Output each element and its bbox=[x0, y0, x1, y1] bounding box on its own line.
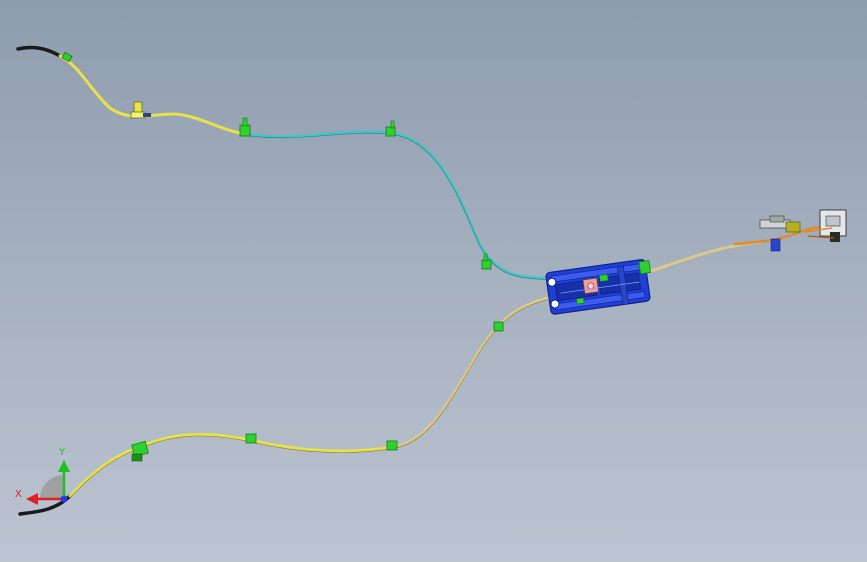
cad-viewport[interactable]: Y X bbox=[0, 0, 867, 562]
y-axis-label: Y bbox=[58, 447, 66, 458]
x-axis-label: X bbox=[15, 489, 22, 500]
upper-connector-clip[interactable] bbox=[130, 101, 151, 119]
output-cable-tan bbox=[646, 240, 762, 274]
x-axis-arrow bbox=[26, 493, 38, 505]
upper-cable-cyan-section bbox=[243, 130, 550, 280]
upper-clip-3[interactable] bbox=[385, 120, 396, 137]
upper-clip-2[interactable] bbox=[239, 117, 251, 137]
upper-clip-1[interactable] bbox=[61, 51, 73, 63]
upper-cable-black-end bbox=[16, 45, 62, 58]
output-cable-orange bbox=[733, 224, 832, 246]
lower-clip-1[interactable] bbox=[131, 440, 149, 462]
lower-clip-2[interactable] bbox=[245, 433, 257, 444]
lower-clip-4[interactable] bbox=[493, 321, 504, 332]
upper-cable-cyan-outline bbox=[244, 132, 549, 280]
y-axis-arrow bbox=[58, 460, 70, 472]
z-axis-dot bbox=[60, 495, 68, 503]
cable-assembly-scene[interactable]: Y X bbox=[0, 0, 867, 562]
lower-cable-outline bbox=[69, 299, 549, 498]
lower-cable-yellow-section bbox=[68, 432, 394, 498]
upper-cable-yellow-section bbox=[58, 54, 247, 136]
coordinate-triad: Y X bbox=[15, 447, 70, 505]
actuator-module[interactable] bbox=[545, 259, 655, 315]
lower-clip-3[interactable] bbox=[386, 440, 398, 451]
upper-clip-4[interactable] bbox=[481, 253, 492, 270]
lower-cable-tan-section bbox=[390, 296, 550, 449]
